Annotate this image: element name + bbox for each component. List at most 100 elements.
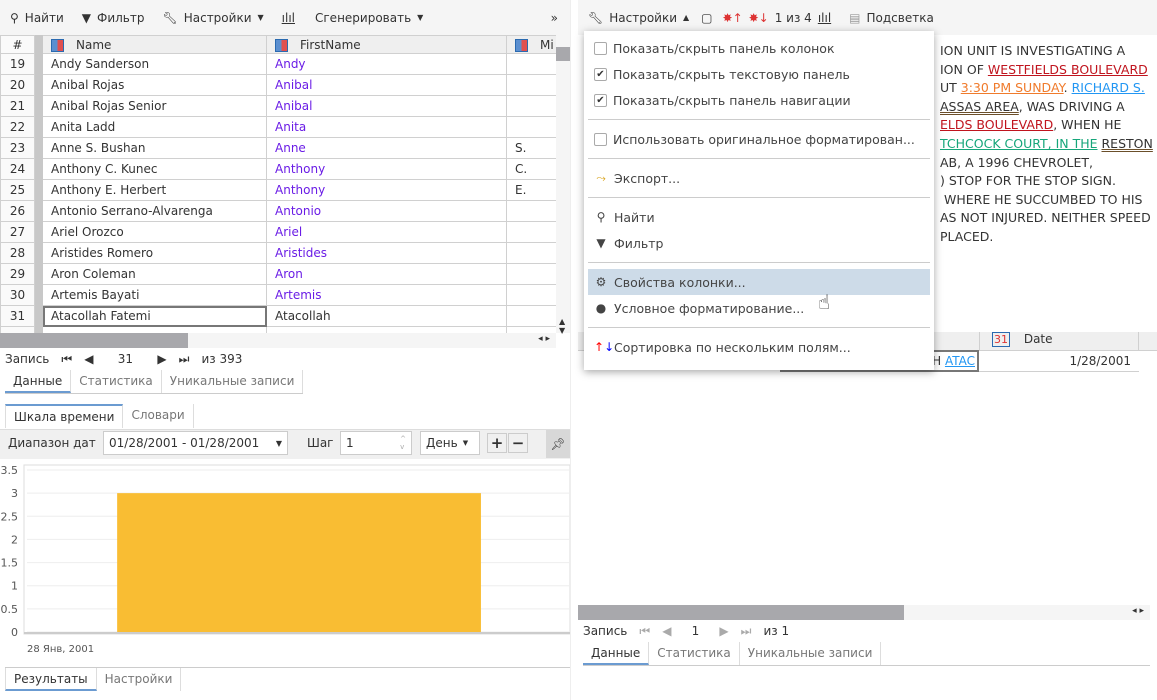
- cell-name[interactable]: Aristides Romero: [42, 242, 267, 264]
- table-row[interactable]: 30 Artemis Bayati Artemis: [0, 284, 556, 306]
- cell-name[interactable]: Anne S. Bushan: [42, 137, 267, 159]
- table-row[interactable]: 27 Ariel Orozco Ariel: [0, 221, 556, 243]
- table-row[interactable]: 24 Anthony C. Kunec Anthony C.: [0, 158, 556, 180]
- tab-statistics[interactable]: Статистика: [71, 370, 162, 393]
- table-row[interactable]: 22 Anita Ladd Anita: [0, 116, 556, 138]
- table-row[interactable]: 21 Anibal Rojas Senior Anibal: [0, 95, 556, 117]
- tab-data[interactable]: Данные: [5, 370, 72, 393]
- header-date[interactable]: 31 Date: [979, 332, 1139, 351]
- cell-middle[interactable]: S.: [506, 137, 556, 159]
- first-record-icon[interactable]: ⏮︎: [61, 352, 72, 367]
- cell-firstname[interactable]: Aron: [266, 263, 507, 285]
- menu-export[interactable]: ⤳ Экспорт...: [584, 165, 934, 191]
- checkbox-checked[interactable]: ✔: [594, 93, 607, 107]
- last-record-icon[interactable]: ⏭︎: [179, 352, 190, 367]
- tab-data[interactable]: Данные: [583, 642, 650, 665]
- cell-middle[interactable]: [506, 305, 556, 327]
- cell-name[interactable]: Aron Coleman: [42, 263, 267, 285]
- cell-firstname[interactable]: Artemis: [266, 284, 507, 306]
- checkbox[interactable]: [594, 41, 607, 55]
- entity-link[interactable]: WESTFIELDS BOULEVARD: [988, 62, 1148, 77]
- table-row[interactable]: 26 Antonio Serrano-Alvarenga Antonio: [0, 200, 556, 222]
- date-range-input[interactable]: 01/28/2001 - 01/28/2001 ▼: [103, 431, 288, 455]
- find-button[interactable]: ⚲ Найти: [10, 11, 64, 25]
- entity-link[interactable]: 3:30 PM SUNDAY: [961, 80, 1064, 95]
- cell-middle[interactable]: [506, 74, 556, 96]
- pin-icon[interactable]: 📌︎: [546, 430, 570, 458]
- cell-name[interactable]: Anibal Rojas Senior: [42, 95, 267, 117]
- right-horizontal-scrollbar[interactable]: ◂ ▸: [578, 605, 1150, 620]
- tab-unique[interactable]: Уникальные записи: [740, 642, 882, 665]
- tab-dictionaries[interactable]: Словари: [123, 404, 194, 428]
- table-row[interactable]: 19 Andy Sanderson Andy: [0, 53, 556, 75]
- cell-firstname[interactable]: Ariel: [266, 221, 507, 243]
- zoom-out-button[interactable]: −: [508, 433, 528, 453]
- cell-middle[interactable]: [506, 284, 556, 306]
- filter-button[interactable]: ▼ Фильтр: [82, 11, 145, 25]
- table-row[interactable]: 31 Atacollah Fatemi Atacollah: [0, 305, 556, 327]
- highlight-button[interactable]: ▤ Подсветка: [849, 11, 934, 25]
- tab-unique[interactable]: Уникальные записи: [162, 370, 304, 393]
- cell-firstname[interactable]: Anita: [266, 116, 507, 138]
- prev-highlight-icon[interactable]: ✸↑: [723, 11, 743, 25]
- entity-link[interactable]: RICHARD S.: [1072, 80, 1145, 95]
- menu-toggle-text-panel[interactable]: ✔ Показать/скрыть текстовую панель: [584, 61, 934, 87]
- next-record-icon[interactable]: ▶: [719, 624, 728, 638]
- tab-timeline[interactable]: Шкала времени: [5, 404, 124, 428]
- more-button[interactable]: »: [551, 11, 558, 25]
- last-record-icon[interactable]: ⏭︎: [741, 624, 752, 639]
- next-record-icon[interactable]: ▶: [157, 352, 166, 366]
- cell-middle[interactable]: C.: [506, 158, 556, 180]
- menu-toggle-nav-panel[interactable]: ✔ Показать/скрыть панель навигации: [584, 87, 934, 113]
- tab-results[interactable]: Результаты: [5, 668, 97, 691]
- prev-record-icon[interactable]: ◀: [84, 352, 93, 366]
- header-firstname[interactable]: FirstName: [266, 35, 507, 54]
- cell-firstname[interactable]: Anne: [266, 137, 507, 159]
- cell-middle[interactable]: [506, 53, 556, 75]
- checkbox-checked[interactable]: ✔: [594, 67, 607, 81]
- date-cell[interactable]: 1/28/2001: [979, 351, 1139, 372]
- cell-firstname[interactable]: Anthony: [266, 158, 507, 180]
- settings-button[interactable]: 🔧︎ Настройки ▼: [162, 11, 263, 25]
- table-row[interactable]: 29 Aron Coleman Aron: [0, 263, 556, 285]
- cell-name[interactable]: Anthony C. Kunec: [42, 158, 267, 180]
- cell-firstname[interactable]: Atacollah: [266, 305, 507, 327]
- cell-name[interactable]: Anita Ladd: [42, 116, 267, 138]
- header-name[interactable]: Name: [42, 35, 267, 54]
- first-record-icon[interactable]: ⏮︎: [639, 624, 650, 639]
- menu-column-properties[interactable]: ⚙ Свойства колонки...: [588, 269, 930, 295]
- menu-multi-sort[interactable]: ↑↓ Сортировка по нескольким полям...: [584, 334, 934, 360]
- cell-name[interactable]: Anibal Rojas: [42, 74, 267, 96]
- menu-find[interactable]: ⚲ Найти: [584, 204, 934, 230]
- next-highlight-icon[interactable]: ✸↓: [749, 11, 769, 25]
- cell-name[interactable]: Artemis Bayati: [42, 284, 267, 306]
- cell-middle[interactable]: [506, 242, 556, 264]
- entity-link[interactable]: ASSAS AREA: [940, 99, 1019, 114]
- vertical-scrollbar[interactable]: ▲ ▼: [556, 35, 570, 335]
- step-stepper[interactable]: 1 ^ v: [340, 431, 412, 455]
- pane-splitter[interactable]: [570, 0, 578, 700]
- entity-link[interactable]: ELDS BOULEVARD: [940, 117, 1053, 132]
- menu-filter[interactable]: ▼ Фильтр: [584, 230, 934, 256]
- table-row[interactable]: 20 Anibal Rojas Anibal: [0, 74, 556, 96]
- cell-firstname[interactable]: Antonio: [266, 200, 507, 222]
- entity-link[interactable]: TCHCOCK COURT, IN THE: [940, 136, 1098, 151]
- note-icon[interactable]: ▢: [701, 11, 712, 25]
- cell-middle[interactable]: [506, 116, 556, 138]
- dropdown-arrow-icon[interactable]: ▼: [276, 439, 282, 448]
- unit-select[interactable]: День ▼: [420, 431, 480, 455]
- cell-firstname[interactable]: Anibal: [266, 95, 507, 117]
- entity-link[interactable]: RESTON: [1102, 136, 1153, 151]
- row-number-header[interactable]: #: [0, 35, 35, 54]
- header-middle[interactable]: Mi: [506, 35, 556, 54]
- record-number[interactable]: 1: [683, 624, 707, 638]
- cell-name[interactable]: Atacollah Fatemi: [42, 305, 267, 327]
- horizontal-scrollbar[interactable]: ◂ ▸: [0, 333, 556, 348]
- checkbox[interactable]: [594, 132, 607, 146]
- record-number[interactable]: 31: [105, 352, 145, 366]
- cell-middle[interactable]: [506, 221, 556, 243]
- tab-settings[interactable]: Настройки: [97, 668, 182, 691]
- table-row[interactable]: 25 Anthony E. Herbert Anthony E.: [0, 179, 556, 201]
- cell-middle[interactable]: E.: [506, 179, 556, 201]
- cell-name[interactable]: Andy Sanderson: [42, 53, 267, 75]
